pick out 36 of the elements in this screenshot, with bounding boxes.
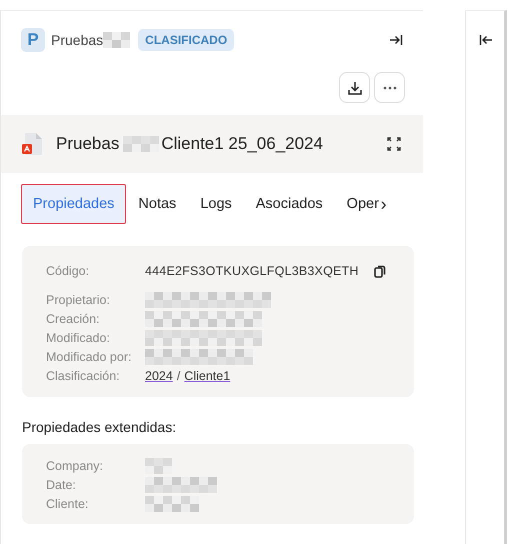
panel-title: Pruebas [51,32,104,48]
property-label: Código: [46,264,90,278]
property-label: Creación: [46,312,100,326]
expand-icon[interactable] [387,137,401,151]
redacted-text [145,458,172,474]
collapse-panel-icon[interactable] [389,33,403,47]
tab[interactable]: Propiedades [21,184,126,224]
document-name: Cliente1 25_06_2024 [161,134,323,154]
tab[interactable]: Asociados [244,184,335,224]
pdf-file-icon [22,132,44,156]
redacted-text [145,496,199,512]
classification-link[interactable]: 2024 [145,368,173,382]
copy-icon[interactable] [374,264,386,278]
separator: / [176,368,180,382]
property-label: Date: [46,478,77,492]
property-label: Modificado por: [46,350,132,364]
tab[interactable]: Logs [188,184,244,224]
document-name: Pruebas [56,134,120,154]
expand-panel-icon[interactable] [479,33,493,47]
avatar: P [21,28,45,52]
property-value: 444E2FS3OTKUXGLFQL3B3XQETH [145,264,360,278]
property-label: Company: [46,458,104,472]
property-label: Propietario: [46,292,111,306]
property-label: Clasificación: [46,368,121,382]
redacted-text [145,476,217,492]
property-label: Cliente: [46,496,90,510]
download-button[interactable] [339,72,370,103]
scroll-tabs-button[interactable]: › [380,194,387,214]
download-icon [346,80,362,96]
tab[interactable]: Oper [334,184,379,224]
classification-link[interactable]: Cliente1 [184,368,230,382]
tab[interactable]: Notas [126,184,188,224]
more-icon [382,86,396,90]
status-badge: CLASIFICADO [138,29,234,51]
property-label: Modificado: [46,330,111,344]
section-title: Propiedades extendidas: [22,419,178,435]
